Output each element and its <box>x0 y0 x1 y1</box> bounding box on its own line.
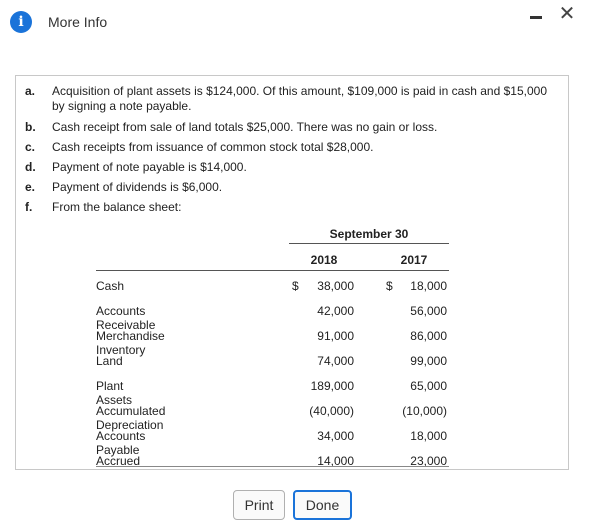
item-text: Payment of dividends is $6,000. <box>52 180 223 194</box>
item-text: Cash receipt from sale of land totals $2… <box>52 120 438 134</box>
header-rule <box>289 243 449 244</box>
cell-2017: 18,000 <box>410 429 447 443</box>
column-header-rule <box>96 270 449 271</box>
table-row-label: Cash <box>96 279 125 293</box>
cell-2018: (40,000) <box>309 404 354 418</box>
item-text: Cash receipts from issuance of common st… <box>52 140 374 154</box>
done-button[interactable]: Done <box>293 490 352 520</box>
item-text: Payment of note payable is $14,000. <box>52 160 247 174</box>
cell-2017: 18,000 <box>410 279 447 293</box>
item-letter: c. <box>25 140 36 154</box>
minimize-button[interactable] <box>530 11 544 25</box>
table-row-label: Accounts Payable <box>96 429 146 457</box>
item-letter: d. <box>25 160 36 174</box>
cell-2018: 34,000 <box>317 429 354 443</box>
cell-2017: 65,000 <box>410 379 447 393</box>
cell-2018: 42,000 <box>317 304 354 318</box>
dialog-title: More Info <box>48 14 108 30</box>
table-row-label: Land <box>96 354 123 368</box>
dialog-titlebar: i More Info ✕ <box>0 0 589 44</box>
table-row-label: Merchandise Inventory <box>96 329 165 357</box>
column-header-2017: 2017 <box>400 253 428 267</box>
cell-2018: 189,000 <box>310 379 354 393</box>
close-button[interactable]: ✕ <box>557 4 577 24</box>
table-row-label: Accrued Liabilities <box>96 454 145 469</box>
table-row-label: Accounts Receivable <box>96 304 156 332</box>
item-letter: e. <box>25 180 36 194</box>
print-button[interactable]: Print <box>233 490 285 520</box>
cell-2017: 56,000 <box>410 304 447 318</box>
cell-2017: 86,000 <box>410 329 447 343</box>
minimize-icon <box>530 16 542 19</box>
table-row-label: Plant Assets <box>96 379 133 407</box>
info-panel: a. Acquisition of plant assets is $124,0… <box>15 75 569 470</box>
cell-2017: (10,000) <box>402 404 447 418</box>
item-text: From the balance sheet: <box>52 200 182 214</box>
table-group-header: September 30 <box>329 227 409 241</box>
close-icon: ✕ <box>558 3 576 25</box>
info-icon: i <box>10 11 32 33</box>
cell-2018: 38,000 <box>317 279 354 293</box>
column-header-2018: 2018 <box>310 253 338 267</box>
row-divider <box>96 466 449 467</box>
cell-2018: 91,000 <box>317 329 354 343</box>
item-letter: b. <box>25 120 36 134</box>
cell-2017: 99,000 <box>410 354 447 368</box>
cell-2018: 74,000 <box>317 354 354 368</box>
item-letter: a. <box>25 84 36 98</box>
item-letter: f. <box>25 200 33 214</box>
table-row-label: Accumulated Depreciation <box>96 404 166 432</box>
item-text: Acquisition of plant assets is $124,000.… <box>52 84 547 113</box>
